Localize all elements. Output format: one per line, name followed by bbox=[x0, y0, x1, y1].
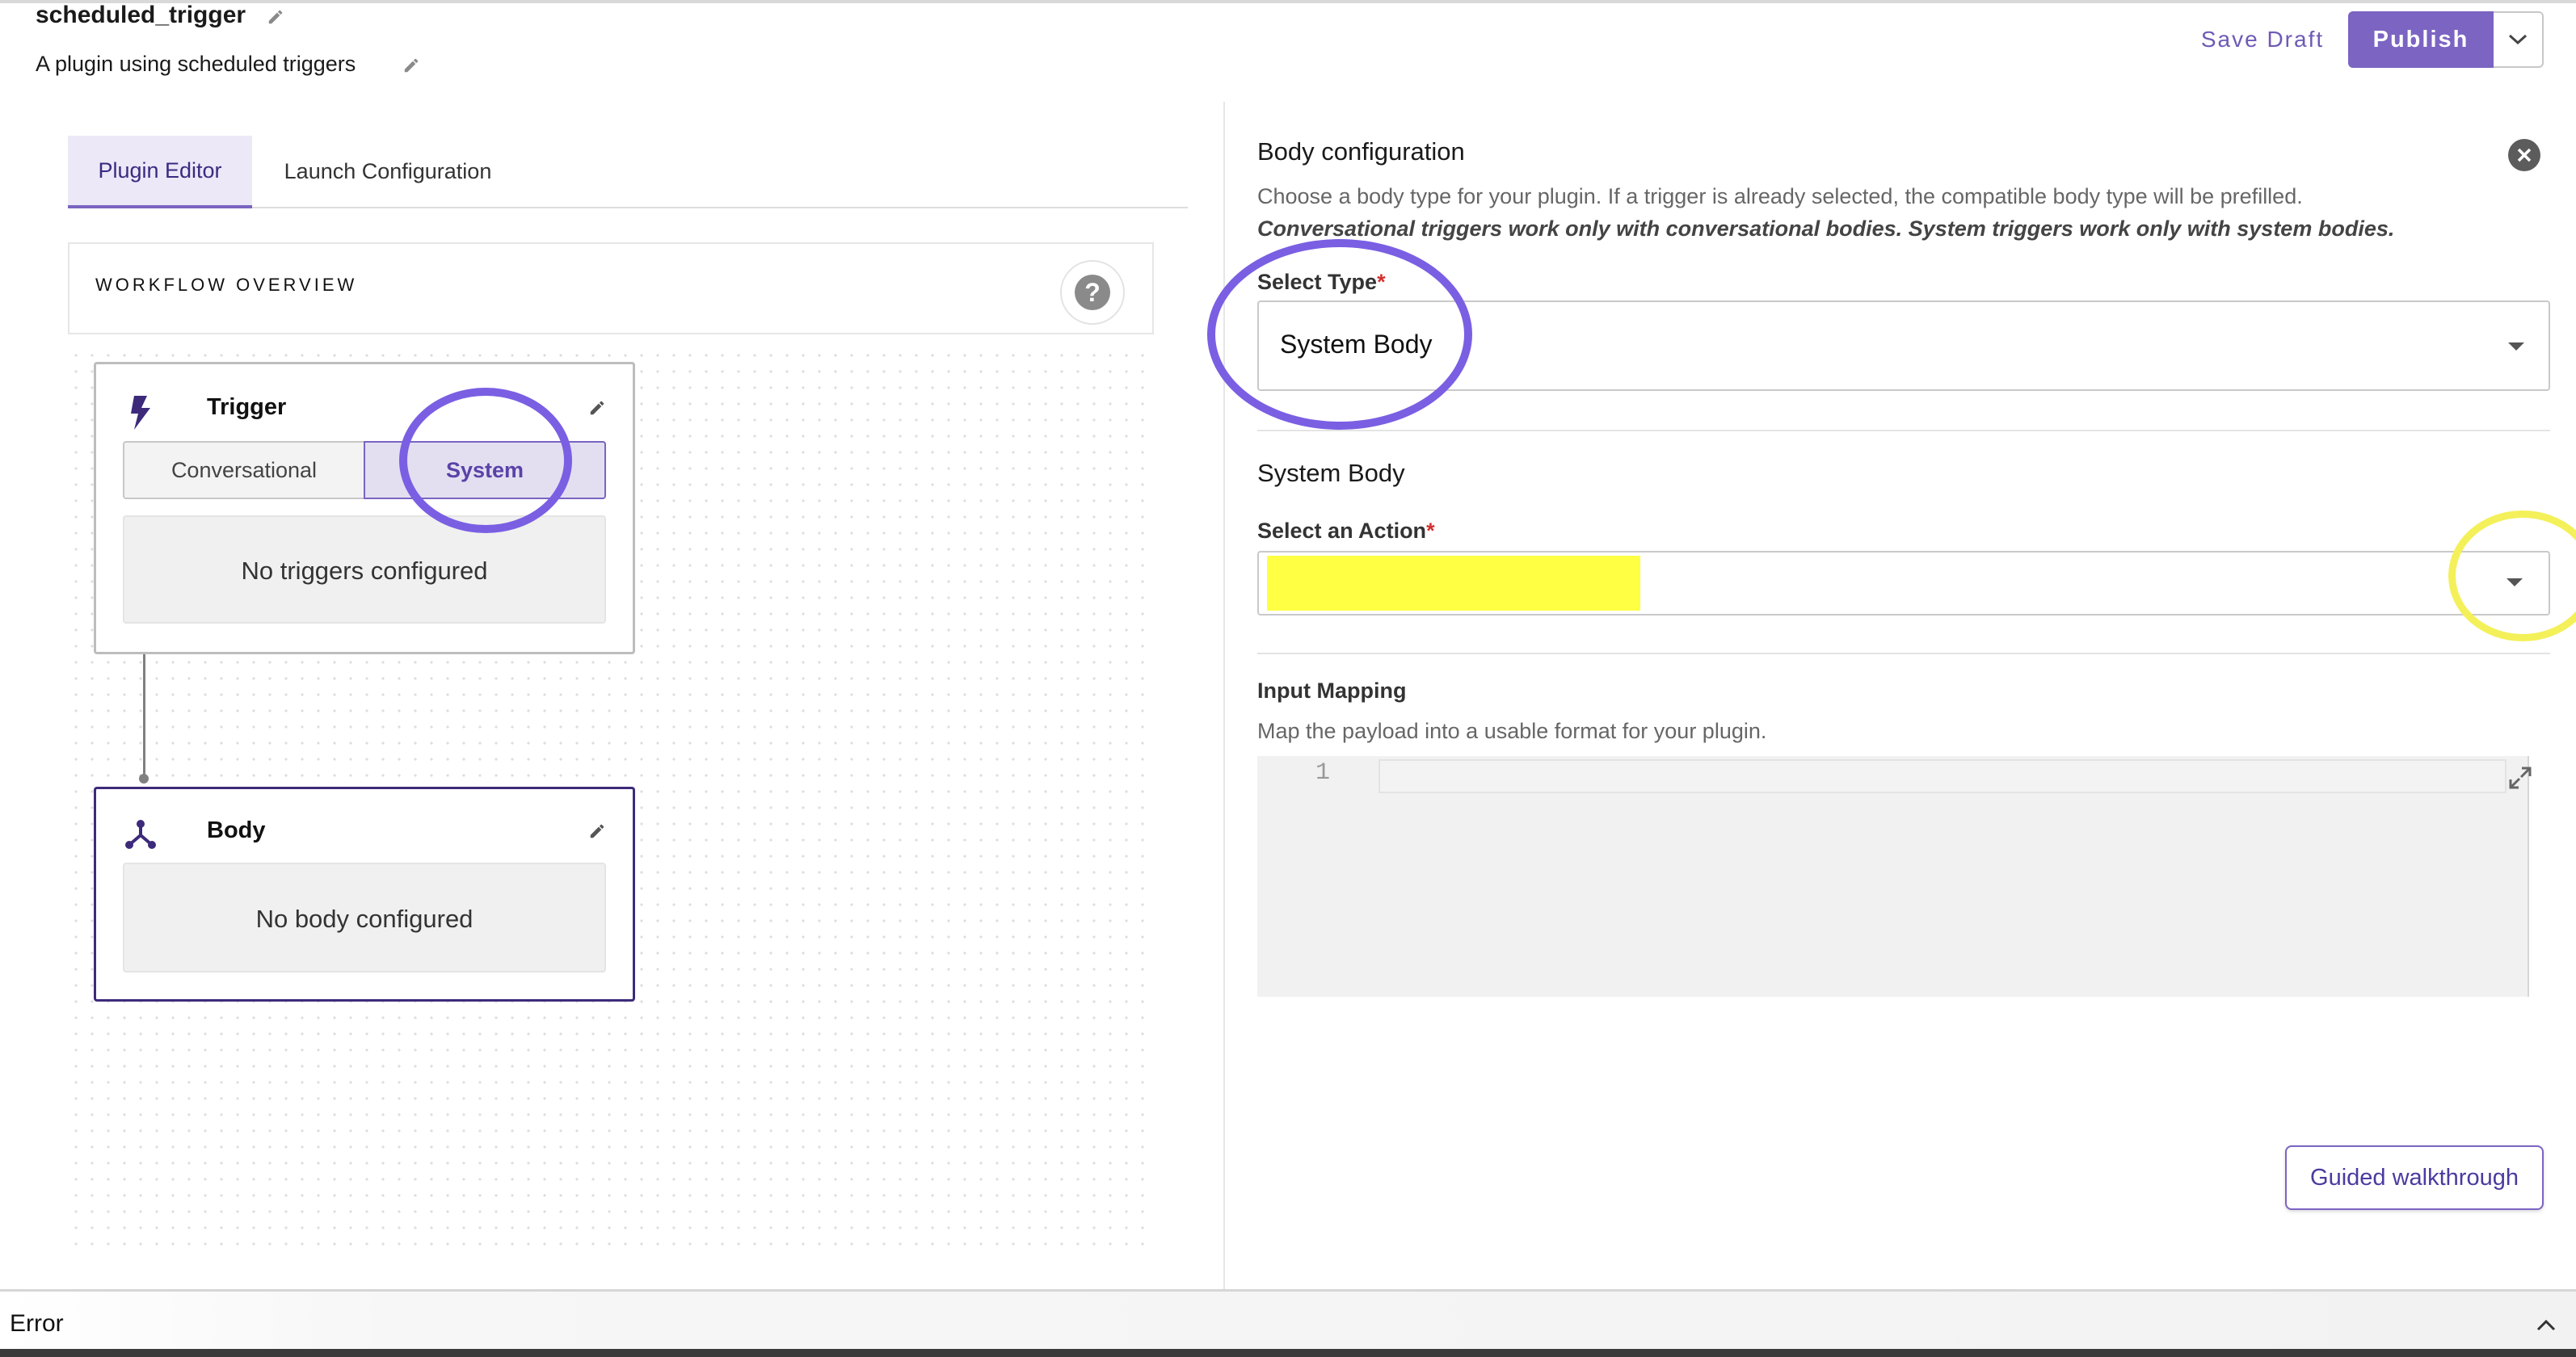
help-button[interactable]: ? bbox=[1060, 260, 1125, 325]
workflow-overview-title: WORKFLOW OVERVIEW bbox=[95, 275, 358, 295]
section-divider bbox=[1257, 653, 2550, 654]
lightning-bolt-icon bbox=[131, 396, 150, 430]
editor-active-line[interactable] bbox=[1378, 759, 2507, 793]
line-number: 1 bbox=[1315, 759, 1331, 787]
chevron-down-icon bbox=[2508, 34, 2528, 45]
edit-name-pencil-icon[interactable] bbox=[267, 8, 284, 26]
expand-icon[interactable] bbox=[2508, 766, 2532, 790]
workflow-connector bbox=[143, 653, 145, 780]
annotation-circle-action-caret bbox=[2448, 510, 2576, 641]
edit-trigger-pencil-icon[interactable] bbox=[588, 399, 606, 417]
body-configuration-title: Body configuration bbox=[1257, 137, 1465, 166]
top-border bbox=[0, 0, 2576, 3]
trigger-node-title: Trigger bbox=[207, 394, 287, 420]
save-draft-button[interactable]: Save Draft bbox=[2182, 11, 2343, 68]
trigger-empty-state: No triggers configured bbox=[123, 515, 606, 624]
publish-button[interactable]: Publish bbox=[2348, 11, 2494, 68]
body-node-title: Body bbox=[207, 817, 266, 843]
body-configuration-note: Conversational triggers work only with c… bbox=[1257, 216, 2395, 241]
dropdown-caret-icon bbox=[2508, 342, 2524, 351]
guided-walkthrough-button[interactable]: Guided walkthrough bbox=[2285, 1145, 2544, 1210]
annotation-circle-system bbox=[399, 388, 572, 533]
help-icon: ? bbox=[1075, 275, 1110, 310]
input-mapping-help: Map the payload into a usable format for… bbox=[1257, 719, 1767, 743]
connector-endpoint bbox=[139, 774, 149, 784]
error-panel-bar[interactable] bbox=[0, 1289, 2576, 1357]
body-configuration-help: Choose a body type for your plugin. If a… bbox=[1257, 184, 2303, 208]
branch-split-icon bbox=[125, 820, 156, 849]
plugin-name: scheduled_trigger bbox=[36, 2, 246, 28]
close-icon bbox=[2517, 148, 2532, 162]
annotation-circle-select-type bbox=[1207, 239, 1472, 430]
edit-body-pencil-icon[interactable] bbox=[588, 822, 606, 840]
close-panel-button[interactable] bbox=[2508, 139, 2540, 171]
required-asterisk: * bbox=[1426, 519, 1435, 543]
redaction-highlight bbox=[1267, 556, 1640, 611]
error-panel-label: Error bbox=[10, 1310, 64, 1337]
body-empty-state: No body configured bbox=[123, 863, 606, 973]
plugin-description: A plugin using scheduled triggers bbox=[36, 52, 356, 76]
edit-description-pencil-icon[interactable] bbox=[402, 57, 420, 74]
system-body-title: System Body bbox=[1257, 459, 1405, 487]
trigger-type-conversational[interactable]: Conversational bbox=[123, 441, 365, 499]
chevron-up-icon[interactable] bbox=[2536, 1318, 2557, 1333]
tab-launch-configuration[interactable]: Launch Configuration bbox=[259, 136, 517, 208]
input-mapping-label: Input Mapping bbox=[1257, 678, 1407, 703]
publish-menu-button[interactable] bbox=[2494, 11, 2544, 68]
select-action-label: Select an Action* bbox=[1257, 519, 1435, 543]
section-divider bbox=[1257, 430, 2550, 431]
editor-scrollbar[interactable] bbox=[2528, 756, 2529, 997]
tab-plugin-editor[interactable]: Plugin Editor bbox=[68, 136, 252, 208]
panel-divider bbox=[1223, 102, 1225, 1289]
bottom-edge bbox=[0, 1349, 2576, 1357]
